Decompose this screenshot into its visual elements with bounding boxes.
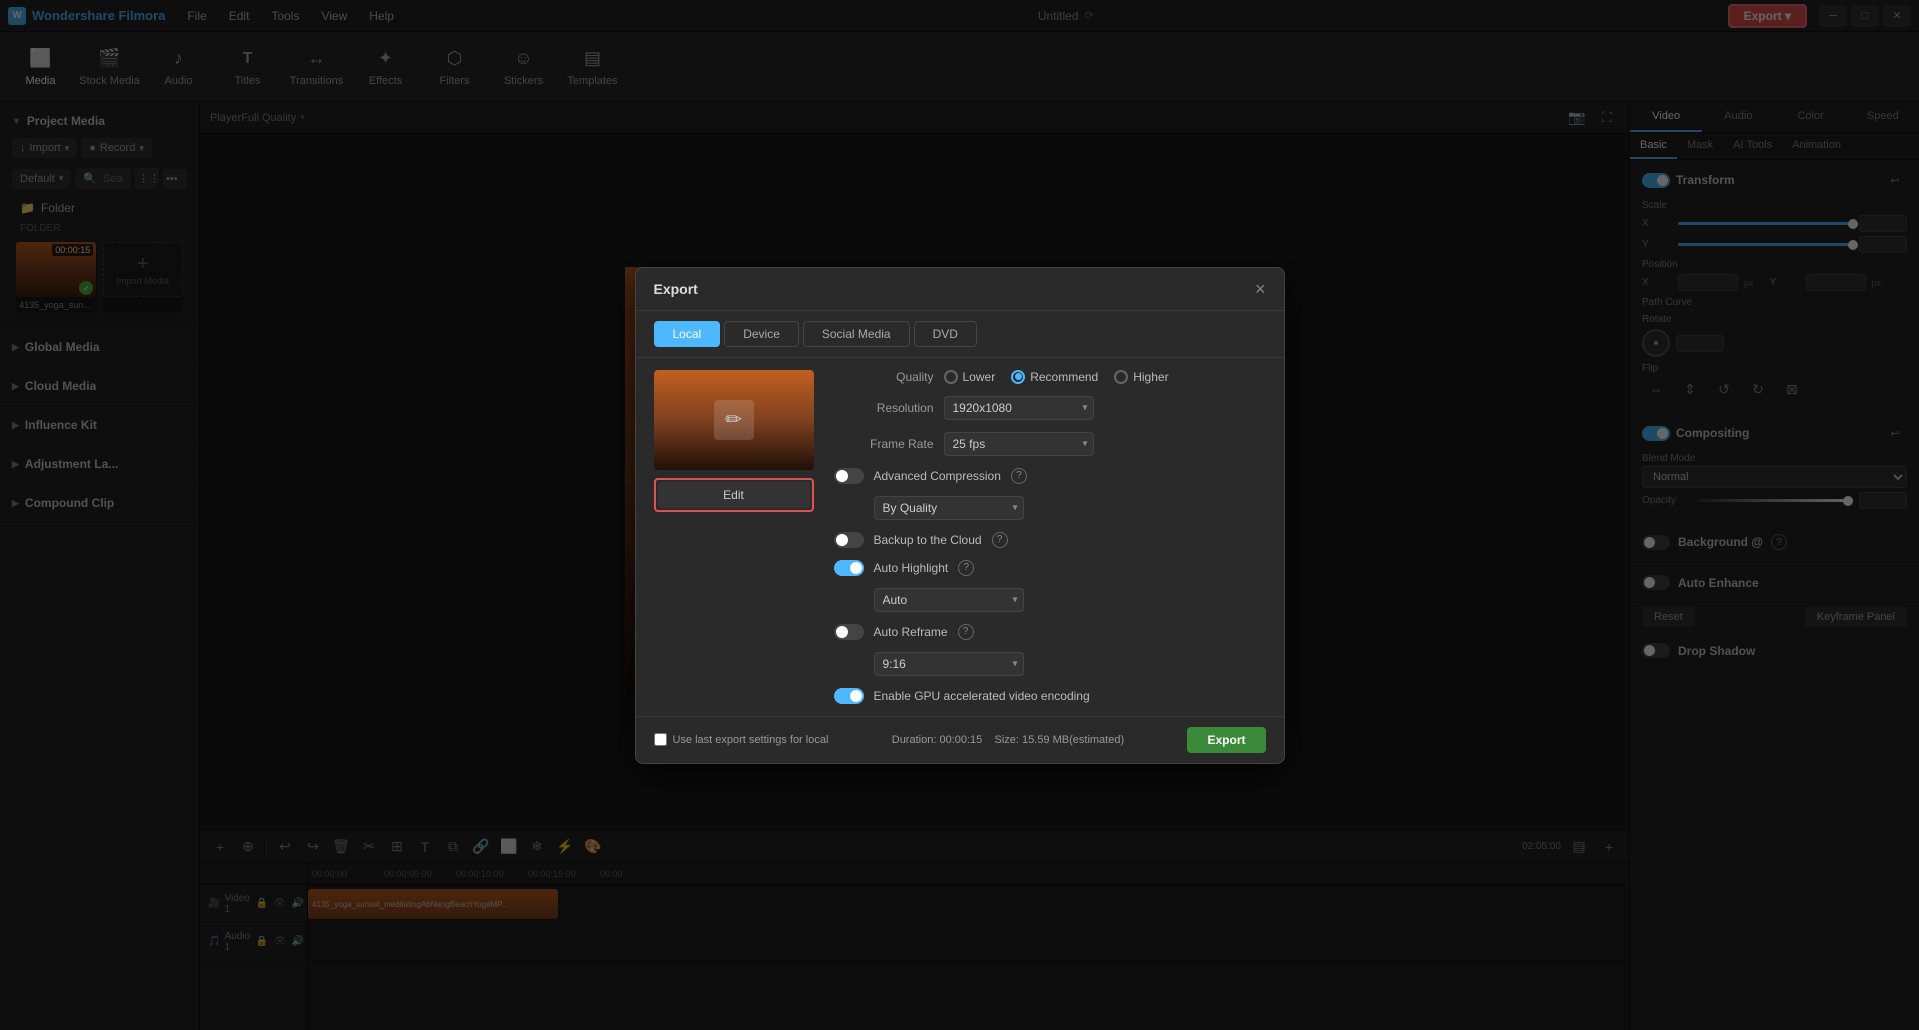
advanced-compression-info-icon[interactable]: ? <box>1011 468 1027 484</box>
frame-rate-select-wrapper: 25 fps <box>944 432 1094 456</box>
backup-cloud-toggle[interactable] <box>834 532 864 548</box>
backup-cloud-info-icon[interactable]: ? <box>992 532 1008 548</box>
frame-rate-label: Frame Rate <box>834 437 934 451</box>
auto-reframe-sub: 9:16 <box>834 652 1266 676</box>
quality-options: Lower Recommend Higher <box>944 370 1169 384</box>
auto-highlight-sub: Auto <box>834 588 1266 612</box>
edit-button[interactable]: Edit <box>658 482 810 508</box>
edit-btn-wrapper: Edit <box>654 478 814 512</box>
auto-reframe-select[interactable]: 9:16 <box>874 652 1024 676</box>
auto-highlight-toggle[interactable] <box>834 560 864 576</box>
modal-header: Export × <box>636 268 1284 311</box>
duration-label: Duration: <box>892 734 937 746</box>
modal-preview-thumb: ✏ <box>654 370 814 470</box>
auto-highlight-info-icon[interactable]: ? <box>958 560 974 576</box>
modal-footer: Use last export settings for local Durat… <box>636 716 1284 763</box>
modal-tab-social-media[interactable]: Social Media <box>803 321 910 347</box>
modal-title: Export <box>654 281 698 297</box>
quality-lower-label: Lower <box>963 370 996 384</box>
modal-settings: Quality Lower Recommend <box>834 370 1266 704</box>
quality-recommend-option[interactable]: Recommend <box>1011 370 1098 384</box>
modal-tabs: Local Device Social Media DVD <box>636 311 1284 358</box>
resolution-row: Resolution 1920x1080 <box>834 396 1266 420</box>
auto-reframe-row: Auto Reframe ? <box>834 624 1266 640</box>
use-last-settings-checkbox[interactable] <box>654 733 667 746</box>
quality-row: Quality Lower Recommend <box>834 370 1266 384</box>
advanced-compression-knob <box>836 470 848 482</box>
use-last-settings-label[interactable]: Use last export settings for local <box>654 733 829 746</box>
auto-reframe-select-wrapper: 9:16 <box>874 652 1024 676</box>
auto-reframe-label: Auto Reframe <box>874 625 948 639</box>
auto-reframe-toggle[interactable] <box>834 624 864 640</box>
gpu-label: Enable GPU accelerated video encoding <box>874 689 1090 703</box>
duration-value: 00:00:15 <box>939 734 982 746</box>
resolution-label: Resolution <box>834 401 934 415</box>
size-info: Size: 15.59 MB(estimated) <box>995 734 1125 746</box>
by-quality-select[interactable]: By Quality <box>874 496 1024 520</box>
compression-sub-options: By Quality <box>834 496 1266 520</box>
footer-export-button[interactable]: Export <box>1187 727 1265 753</box>
quality-label: Quality <box>834 370 934 384</box>
modal-tab-device[interactable]: Device <box>724 321 799 347</box>
quality-lower-option[interactable]: Lower <box>944 370 996 384</box>
backup-cloud-label: Backup to the Cloud <box>874 533 982 547</box>
use-last-settings-text: Use last export settings for local <box>673 734 829 746</box>
modal-tab-dvd[interactable]: DVD <box>914 321 977 347</box>
modal-body: ✏ Edit Quality Lower <box>636 358 1284 716</box>
modal-overlay[interactable]: Export × Local Device Social Media DVD ✏… <box>0 0 1919 1030</box>
auto-highlight-select[interactable]: Auto <box>874 588 1024 612</box>
auto-highlight-label: Auto Highlight <box>874 561 949 575</box>
quality-higher-option[interactable]: Higher <box>1114 370 1168 384</box>
advanced-compression-toggle[interactable] <box>834 468 864 484</box>
export-modal: Export × Local Device Social Media DVD ✏… <box>635 267 1285 764</box>
auto-highlight-row: Auto Highlight ? <box>834 560 1266 576</box>
resolution-select[interactable]: 1920x1080 <box>944 396 1094 420</box>
frame-rate-select[interactable]: 25 fps <box>944 432 1094 456</box>
edit-pencil-icon: ✏ <box>714 400 754 440</box>
frame-rate-row: Frame Rate 25 fps <box>834 432 1266 456</box>
quality-higher-label: Higher <box>1133 370 1168 384</box>
modal-preview-panel: ✏ Edit <box>654 370 814 704</box>
modal-tab-local[interactable]: Local <box>654 321 721 347</box>
backup-cloud-knob <box>836 534 848 546</box>
gpu-toggle[interactable] <box>834 688 864 704</box>
quality-recommend-radio[interactable] <box>1011 370 1025 384</box>
auto-reframe-info-icon[interactable]: ? <box>958 624 974 640</box>
auto-reframe-knob <box>836 626 848 638</box>
gpu-knob <box>850 690 862 702</box>
advanced-compression-label: Advanced Compression <box>874 469 1001 483</box>
auto-highlight-select-wrapper: Auto <box>874 588 1024 612</box>
advanced-compression-row: Advanced Compression ? <box>834 468 1266 484</box>
backup-cloud-row: Backup to the Cloud ? <box>834 532 1266 548</box>
resolution-select-wrapper: 1920x1080 <box>944 396 1094 420</box>
quality-recommend-label: Recommend <box>1030 370 1098 384</box>
quality-higher-radio[interactable] <box>1114 370 1128 384</box>
radio-inner-recommend <box>1015 373 1022 380</box>
footer-info: Duration: 00:00:15 Size: 15.59 MB(estima… <box>892 734 1124 746</box>
by-quality-select-wrapper: By Quality <box>874 496 1024 520</box>
gpu-row: Enable GPU accelerated video encoding <box>834 688 1266 704</box>
modal-close-button[interactable]: × <box>1255 280 1266 298</box>
auto-highlight-knob <box>850 562 862 574</box>
preview-thumb-inner: ✏ <box>654 370 814 470</box>
quality-lower-radio[interactable] <box>944 370 958 384</box>
